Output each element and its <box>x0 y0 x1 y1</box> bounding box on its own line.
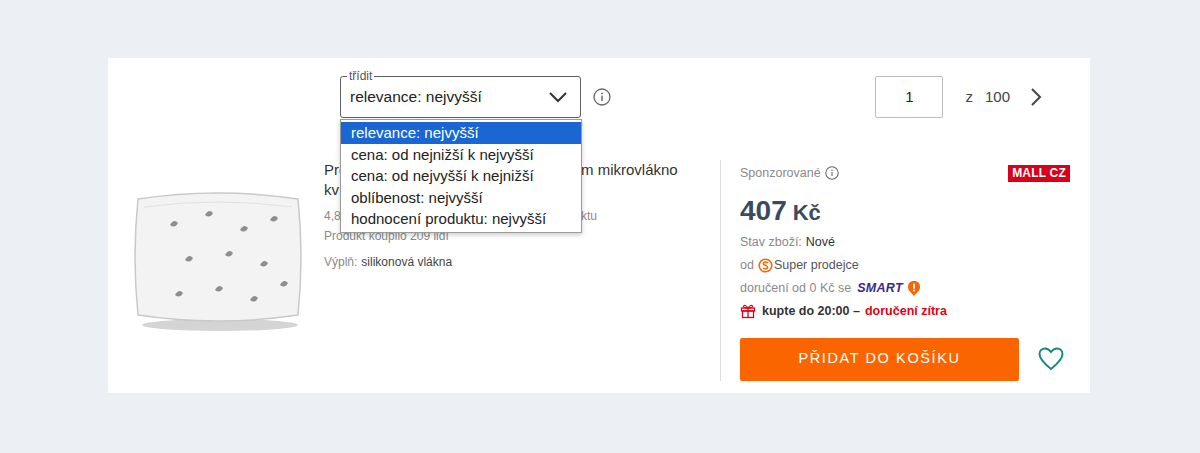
sort-label: třídit <box>347 68 374 84</box>
delivery-line: doručení od 0 Kč se SMART <box>740 277 1070 300</box>
title-end[interactable]: m mikrovlákno <box>581 160 720 180</box>
sponsored-label-group: Sponzorované <box>740 164 839 183</box>
chevron-right-icon[interactable] <box>1030 87 1042 107</box>
page-total: 100 <box>985 86 1010 109</box>
smart-program[interactable]: SMART <box>857 277 903 300</box>
price: 407Kč <box>740 193 1070 231</box>
sort-option[interactable]: relevance: nejvyšší <box>341 122 581 144</box>
page-number[interactable]: 1 <box>905 86 913 109</box>
page-of: z <box>965 86 973 109</box>
sort-option[interactable]: cena: od nejnižší k nejvyšší <box>341 144 581 166</box>
super-seller-icon <box>758 258 773 273</box>
product-attribute: Výplň: silikonová vlákna <box>324 254 720 270</box>
price-currency: Kč <box>793 195 821 231</box>
product-row: Prom mikrovláknokv4,8ktuProdukt koupilo … <box>108 160 1090 381</box>
sort-option[interactable]: cena: od nejvyšší k nejnižší <box>341 165 581 187</box>
seller-name[interactable]: Super prodejce <box>774 254 859 277</box>
shop-logo[interactable]: MALL CZ <box>1008 165 1070 182</box>
info-icon[interactable] <box>593 88 611 106</box>
gift-icon <box>740 303 756 319</box>
heart-icon[interactable] <box>1038 347 1064 371</box>
sort-option[interactable]: hodnocení produktu: nejvyšší <box>341 208 581 230</box>
condition-line: Stav zboží: Nové <box>740 231 1070 254</box>
product-image-column <box>108 160 324 381</box>
condition-value: Nové <box>806 235 835 249</box>
listing-panel: tříditrelevance: nejvyššírelevance: nejv… <box>108 58 1090 393</box>
delivery-date: doručení zítra <box>865 300 947 323</box>
attribute-value: silikonová vlákna <box>361 255 452 269</box>
sort-menu: relevance: nejvyššícena: od nejnižší k n… <box>340 119 582 233</box>
pagination: 1 z 100 <box>875 76 1042 118</box>
deadline-line: kupte do 20:00 –doručení zítra <box>740 300 1070 323</box>
delivery-text: doručení od 0 Kč se <box>740 277 851 300</box>
sort-select[interactable]: tříditrelevance: nejvyššírelevance: nejv… <box>340 76 581 118</box>
add-to-cart-button[interactable]: PŘIDAT DO KOŠÍKU <box>740 338 1019 381</box>
seller-line: od Super prodejce <box>740 254 1070 277</box>
pillow-image-icon[interactable] <box>130 185 305 335</box>
sponsored-row: Sponzorované MALL CZ <box>740 164 1070 183</box>
page-input[interactable]: 1 <box>875 76 943 118</box>
condition-label: Stav zboží: <box>740 235 802 249</box>
smart-pin-icon <box>907 280 921 297</box>
offer-panel: Sponzorované MALL CZ 407Kč Stav zboží: Nové o… <box>720 160 1090 381</box>
actions: PŘIDAT DO KOŠÍKU <box>740 338 1070 381</box>
sort-value[interactable]: relevance: nejvyšší <box>350 85 548 108</box>
order-deadline: kupte do 20:00 – <box>762 300 860 323</box>
toolbar: tříditrelevance: nejvyššírelevance: nejv… <box>108 58 1090 118</box>
sponsored-label: Sponzorované <box>740 164 821 183</box>
rating-tail: ktu <box>581 208 720 224</box>
info-icon[interactable] <box>825 166 839 180</box>
sort-option[interactable]: oblíbenost: nejvyšší <box>341 187 581 209</box>
price-value: 407 <box>740 193 787 229</box>
attribute-label: Výplň: <box>324 255 357 269</box>
seller-prefix: od <box>740 254 754 277</box>
chevron-down-icon[interactable] <box>548 91 568 103</box>
